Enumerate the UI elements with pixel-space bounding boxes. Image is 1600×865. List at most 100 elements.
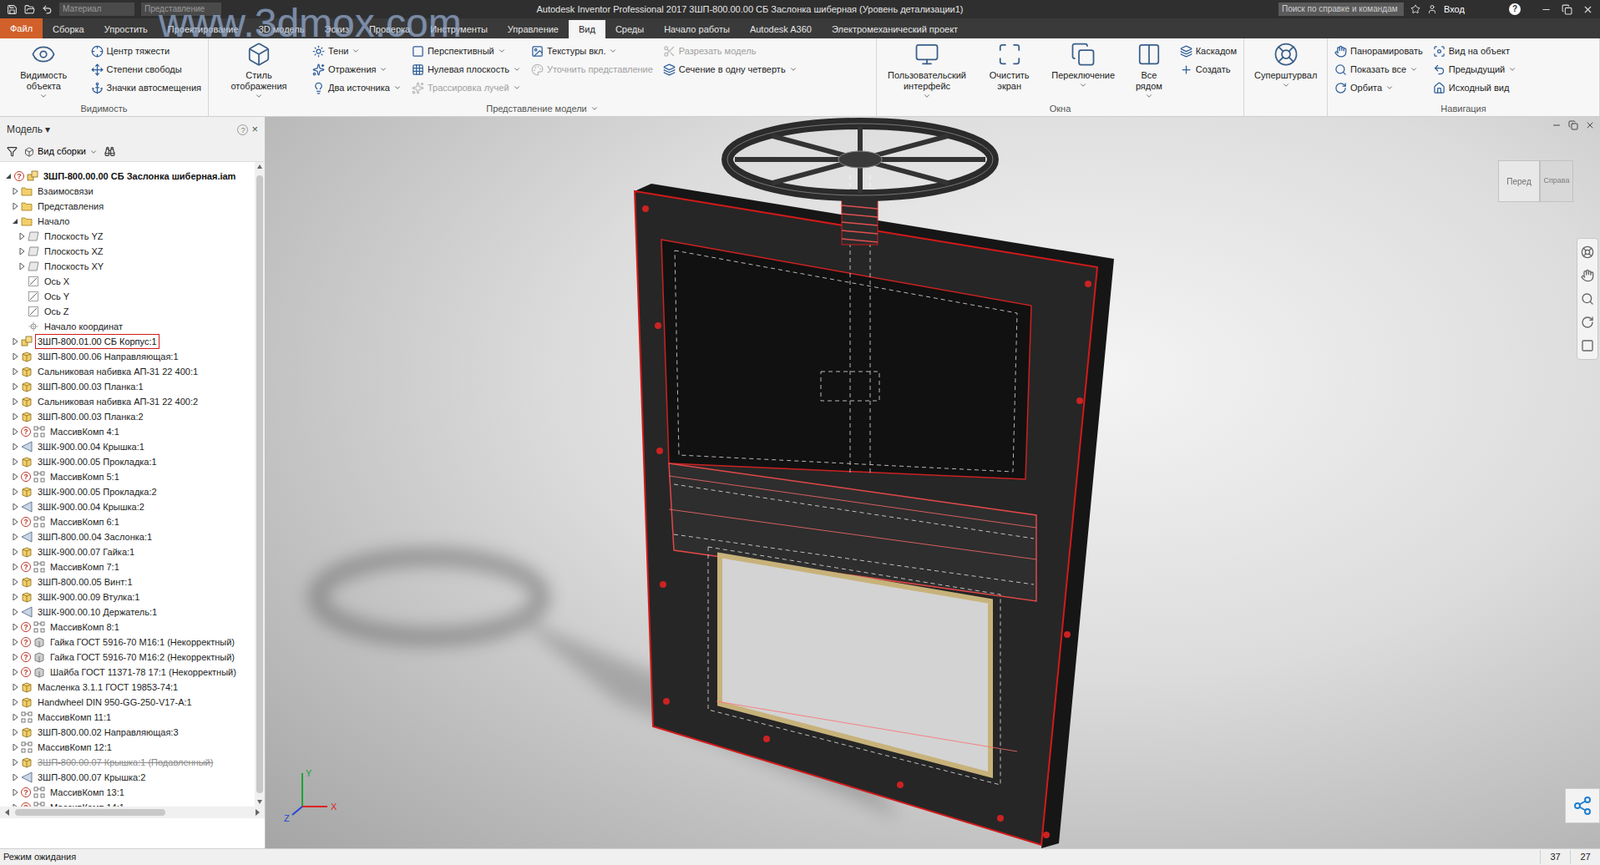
ribbon-button[interactable]: Панорамировать — [1334, 41, 1423, 61]
ribbon-button[interactable]: Вид на объект — [1432, 41, 1517, 61]
model-view[interactable] — [265, 116, 1600, 849]
dropdown-icon[interactable] — [39, 91, 48, 101]
dropdown-icon[interactable] — [608, 46, 618, 56]
expander-icon[interactable] — [11, 623, 19, 631]
tree-item[interactable]: МассивКомп 12:1 — [0, 739, 255, 755]
tree-item[interactable]: Плоскость XZ — [0, 243, 255, 259]
expander-icon[interactable] — [11, 789, 19, 796]
view-dropdown[interactable]: Вид сборки — [24, 144, 98, 159]
tree-item[interactable]: Взаимосвязи — [0, 183, 255, 199]
ribbon-tab[interactable]: Проверка — [359, 20, 421, 39]
tree-item[interactable]: 3ШП-800.00.03 Планка:1 — [0, 379, 255, 395]
tree-item[interactable]: Начало координат — [0, 318, 255, 335]
browser-close[interactable]: × — [251, 121, 259, 138]
ribbon-button[interactable]: Тени — [312, 41, 402, 61]
expander-icon[interactable] — [5, 172, 12, 180]
tree-item[interactable]: 3ШК-900.00.09 Втулка:1 — [0, 589, 255, 605]
dropdown-icon[interactable] — [393, 83, 402, 92]
tree-item[interactable]: 3ШК-900.00.05 Прокладка:1 — [0, 454, 255, 470]
expander-icon[interactable] — [11, 563, 19, 571]
ribbon-large-button[interactable]: Суперштурвал — [1250, 41, 1321, 90]
expander-icon[interactable] — [11, 428, 19, 436]
filter-icon[interactable] — [6, 146, 18, 157]
expander-icon[interactable] — [11, 202, 19, 210]
ribbon-tab[interactable]: Упростить — [94, 20, 158, 39]
restore-icon[interactable] — [1561, 4, 1573, 16]
tree-item[interactable]: Ось Z — [0, 303, 255, 319]
tree-item[interactable]: Handwheel DIN 950-GG-250-V17-A:1 — [0, 694, 255, 710]
file-tab[interactable]: Файл — [0, 18, 43, 39]
share-button[interactable] — [1564, 788, 1600, 824]
ribbon-tab[interactable]: Начало работы — [653, 20, 740, 39]
expander-icon[interactable] — [11, 338, 19, 345]
ribbon-button[interactable]: Исходный вид — [1432, 78, 1517, 97]
dropdown-icon[interactable] — [497, 46, 507, 56]
expander-icon[interactable] — [11, 503, 19, 511]
expander-icon[interactable] — [11, 443, 19, 451]
ribbon-button[interactable]: Разрезать модель — [663, 41, 798, 61]
favorite-icon[interactable] — [1410, 4, 1421, 15]
expander-icon[interactable] — [18, 248, 26, 255]
dropdown-icon[interactable] — [922, 91, 932, 101]
expander-icon[interactable] — [11, 488, 19, 496]
scroll-left-icon[interactable] — [3, 808, 12, 817]
find-icon[interactable] — [104, 146, 116, 157]
scroll-up-icon[interactable] — [256, 162, 264, 173]
dropdown-icon[interactable] — [1144, 91, 1154, 101]
group-menu-icon[interactable] — [590, 104, 599, 113]
minimize-icon[interactable] — [1540, 4, 1552, 16]
tree-item[interactable]: ?МассивКомп 8:1 — [0, 619, 255, 635]
open-icon[interactable] — [24, 4, 36, 16]
ribbon-button[interactable]: Отражения — [312, 60, 402, 79]
tree-item[interactable]: 3ШП-800.01.00 СБ Корпус:1 — [0, 334, 255, 350]
expander-icon[interactable] — [11, 383, 19, 390]
tree-item[interactable]: Представления — [0, 198, 255, 214]
ribbon-tab[interactable]: Autodesk A360 — [739, 20, 822, 39]
expander-icon[interactable] — [11, 518, 19, 526]
ribbon-large-button[interactable]: Видимость объекта — [6, 41, 82, 101]
horizontal-scrollbar[interactable] — [0, 806, 265, 819]
viewcube-right[interactable]: Справа — [1539, 160, 1574, 203]
dropdown-icon[interactable] — [1508, 65, 1517, 74]
ribbon-tab[interactable]: Управление — [497, 20, 569, 39]
tree-item[interactable]: Начало — [0, 213, 255, 229]
tree-item[interactable]: ?Гайка ГОСТ 5916-70 М16:1 (Некорректный) — [0, 634, 255, 650]
browser-help[interactable]: ? — [237, 124, 249, 136]
tree-item[interactable]: 3ШК-900.00.07 Гайка:1 — [0, 544, 255, 560]
browser-title[interactable]: Модель ▾ — [6, 121, 51, 137]
ribbon-tab[interactable]: Инструменты — [420, 20, 498, 39]
expander-icon[interactable] — [11, 473, 19, 481]
ribbon-large-button[interactable]: Пользовательский интерфейс — [883, 41, 971, 101]
tree-item[interactable]: ?Шайба ГОСТ 11371-78 17:1 (Некорректный) — [0, 664, 255, 680]
tree-item[interactable]: 3ШП-800.00.04 Заслонка:1 — [0, 529, 255, 545]
ribbon-tab[interactable]: Вид — [568, 20, 606, 39]
appearance-combo[interactable]: Представление — [141, 2, 222, 16]
tree-item[interactable]: МассивКомп 11:1 — [0, 709, 255, 725]
dropdown-icon[interactable] — [351, 46, 360, 56]
wheel-icon[interactable] — [1580, 245, 1595, 259]
ribbon-large-button[interactable]: Стиль отображения — [215, 41, 303, 101]
tree-item[interactable]: 3ШК-900.00.04 Крышка:1 — [0, 439, 255, 455]
ribbon-button[interactable]: Показать все — [1334, 60, 1423, 79]
ribbon-button[interactable]: Орбита — [1334, 78, 1423, 97]
dropdown-icon[interactable] — [789, 65, 798, 74]
expander-icon[interactable] — [11, 683, 19, 691]
tree-item[interactable]: ?МассивКомп 13:1 — [0, 784, 255, 800]
ribbon-button[interactable]: Текстуры вкл. — [531, 41, 654, 61]
expander-icon[interactable] — [11, 698, 19, 706]
zoom-icon[interactable] — [1580, 292, 1595, 306]
tree-item[interactable]: 3ШП-800.00.07 Крышка:2 — [0, 769, 255, 785]
scroll-right-icon[interactable] — [253, 808, 262, 817]
tree-item[interactable]: 3ШП-800.00.06 Направляющая:1 — [0, 349, 255, 365]
tree-item[interactable]: ?Гайка ГОСТ 5916-70 М16:2 (Некорректный) — [0, 649, 255, 665]
ribbon-button[interactable]: Создать — [1179, 60, 1237, 79]
help-search[interactable]: Поиск по справке и командам — [1278, 2, 1404, 16]
ribbon-button[interactable]: Перспективный — [411, 41, 522, 61]
viewcube[interactable]: ПередСправа — [1498, 160, 1574, 203]
tree-item[interactable]: ?3ШП-800.00.00 СБ Заслонка шиберная.iam — [0, 168, 255, 184]
expander-icon[interactable] — [11, 353, 19, 360]
tree-item[interactable]: ?МассивКомп 14:1 — [0, 800, 255, 807]
save-icon[interactable] — [6, 4, 18, 16]
restore-icon[interactable] — [1568, 120, 1579, 131]
tree-item[interactable]: 3ШК-900.00.10 Держатель:1 — [0, 604, 255, 620]
